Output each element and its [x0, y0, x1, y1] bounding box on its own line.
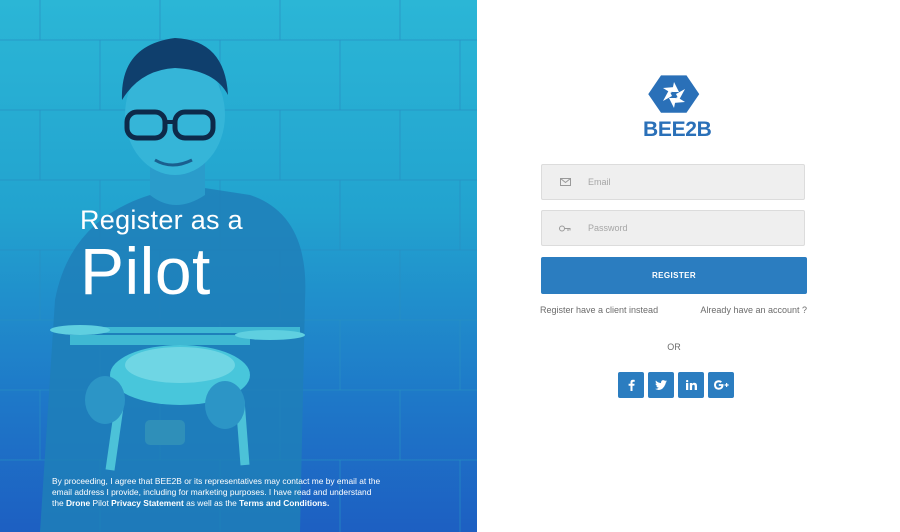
social-login-group: [618, 372, 734, 398]
login-link[interactable]: Already have an account ?: [700, 305, 807, 315]
register-button[interactable]: REGISTER: [541, 257, 807, 294]
hero-panel: Register as a Pilot By proceeding, I agr…: [0, 0, 477, 532]
password-field[interactable]: [541, 210, 805, 246]
hero-title: Pilot: [80, 234, 211, 308]
legal-pilot: Pilot: [90, 498, 112, 508]
bee2b-logo-icon: [648, 75, 700, 113]
hero-subtitle: Register as a: [80, 205, 243, 235]
page: Register as a Pilot By proceeding, I agr…: [0, 0, 900, 532]
google-plus-icon: [713, 380, 729, 390]
twitter-icon: [655, 380, 667, 390]
hero-heading: Register as a Pilot: [80, 205, 243, 304]
privacy-statement-link[interactable]: Privacy Statement: [111, 498, 184, 508]
password-input[interactable]: [588, 223, 804, 233]
brand-name: BEE2B: [643, 118, 712, 141]
facebook-icon: [628, 379, 635, 391]
email-field[interactable]: [541, 164, 805, 200]
register-client-link[interactable]: Register have a client instead: [540, 305, 658, 315]
linkedin-button[interactable]: [678, 372, 704, 398]
or-divider: OR: [667, 342, 681, 352]
facebook-button[interactable]: [618, 372, 644, 398]
terms-link[interactable]: Terms and Conditions.: [239, 498, 329, 508]
envelope-icon: [542, 178, 588, 186]
drone-link[interactable]: Drone: [66, 498, 90, 508]
linkedin-icon: [685, 380, 697, 390]
key-icon: [542, 225, 588, 232]
email-input[interactable]: [588, 177, 804, 187]
google-plus-button[interactable]: [708, 372, 734, 398]
twitter-button[interactable]: [648, 372, 674, 398]
legal-as-well: as well as the: [183, 498, 240, 508]
legal-notice: By proceeding, I agree that BEE2B or its…: [52, 476, 382, 509]
register-form-panel: BEE2B REGISTER Register have a client in…: [477, 0, 900, 532]
